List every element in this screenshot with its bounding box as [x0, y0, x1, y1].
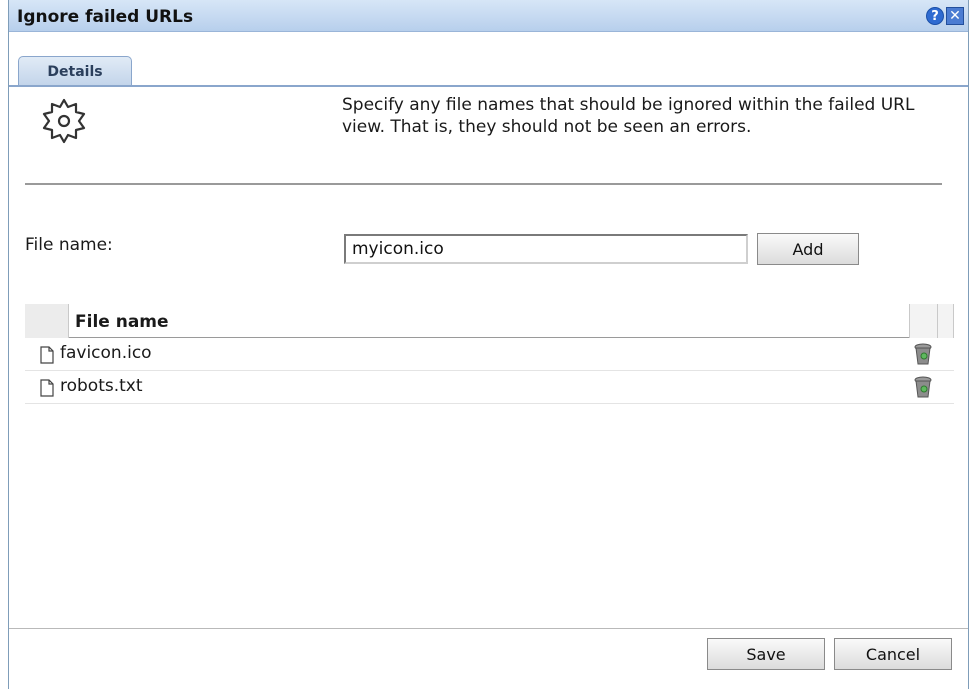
add-button[interactable]: Add	[757, 233, 859, 265]
title-actions: ? ✕	[926, 7, 964, 25]
description-text: Specify any file names that should be ig…	[342, 95, 915, 137]
file-name-input[interactable]	[344, 234, 748, 264]
table-header: File name	[25, 304, 954, 338]
tab-details[interactable]: Details	[18, 56, 132, 86]
tab-bar: Details	[9, 32, 968, 86]
ignore-failed-urls-dialog: Ignore failed URLs ? ✕ Details Specify a…	[8, 0, 969, 689]
header-action-column	[909, 304, 937, 338]
file-name-cell: robots.txt	[60, 376, 143, 396]
section-divider	[25, 183, 942, 185]
trash-icon[interactable]	[914, 342, 932, 366]
footer-divider	[9, 628, 968, 629]
file-icon	[40, 379, 54, 397]
help-icon[interactable]: ?	[926, 7, 944, 25]
trash-icon[interactable]	[914, 375, 932, 399]
file-name-cell: favicon.ico	[60, 343, 152, 363]
tab-details-label: Details	[47, 63, 103, 80]
column-header-file-name[interactable]: File name	[75, 312, 169, 332]
save-button[interactable]: Save	[707, 638, 825, 670]
header-spacer	[25, 304, 69, 338]
table-row[interactable]: favicon.ico	[25, 338, 954, 371]
tab-underline	[9, 85, 968, 87]
table-row[interactable]: robots.txt	[25, 371, 954, 404]
cancel-button[interactable]: Cancel	[834, 638, 952, 670]
dialog-title: Ignore failed URLs	[17, 7, 194, 27]
header-scroll-column	[937, 304, 954, 338]
file-name-label: File name:	[25, 235, 113, 255]
gear-icon	[42, 98, 86, 144]
close-icon[interactable]: ✕	[946, 7, 964, 25]
ignored-files-table: File name favicon.ico robots.txt	[25, 304, 954, 404]
file-icon	[40, 346, 54, 364]
title-bar: Ignore failed URLs ? ✕	[9, 0, 968, 32]
